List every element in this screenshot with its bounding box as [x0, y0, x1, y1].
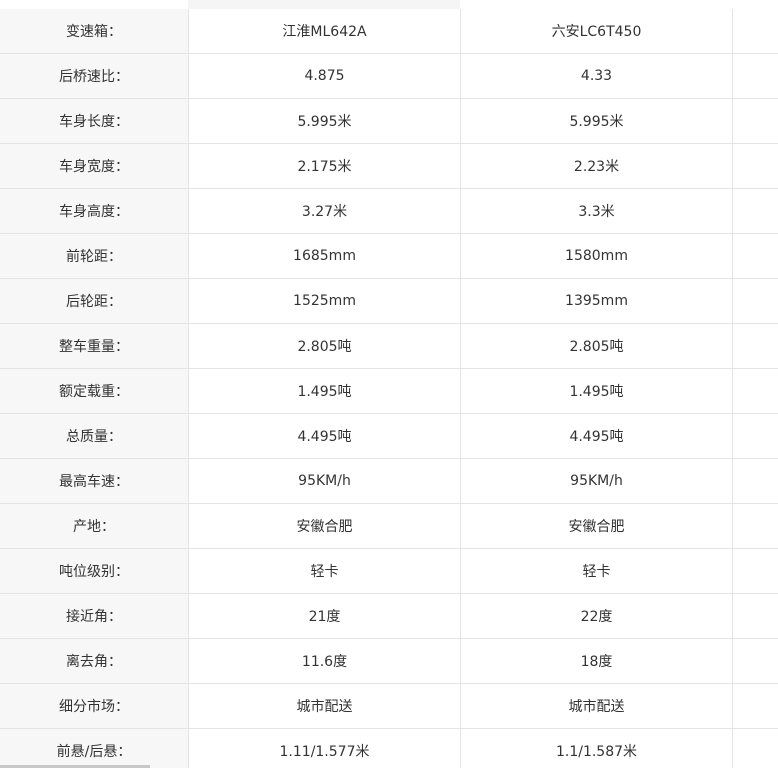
model-c-cell: [732, 9, 778, 54]
model-b-value: 1580mm: [460, 233, 733, 279]
model-b-value: 2.805吨: [460, 323, 733, 369]
model-c-cell: [732, 323, 778, 369]
table-row: 车身长度： 5.995米 5.995米: [0, 98, 778, 144]
model-b-value: 22度: [460, 593, 733, 639]
model-b-value: 1395mm: [460, 278, 733, 324]
model-a-value: 1685mm: [188, 233, 461, 279]
model-b-value: 城市配送: [460, 683, 733, 729]
row-label: 整车重量：: [0, 323, 189, 369]
model-a-value: 1.11/1.577米: [188, 728, 461, 768]
table-row: 变速箱： 江淮ML642A 六安LC6T450: [0, 9, 778, 54]
model-c-cell: [732, 188, 778, 234]
model-a-value: 2.175米: [188, 143, 461, 189]
model-b-value: 轻卡: [460, 548, 733, 594]
row-label: 后桥速比：: [0, 53, 189, 99]
row-label: 额定载重：: [0, 368, 189, 414]
table-row: 后轮距： 1525mm 1395mm: [0, 278, 778, 324]
row-label: 变速箱：: [0, 9, 189, 54]
model-b-value: 1.495吨: [460, 368, 733, 414]
table-row: 细分市场： 城市配送 城市配送: [0, 683, 778, 729]
table-row: 离去角： 11.6度 18度: [0, 638, 778, 684]
model-a-value: 城市配送: [188, 683, 461, 729]
row-label: 最高车速：: [0, 458, 189, 504]
table-row: 后桥速比： 4.875 4.33: [0, 53, 778, 99]
row-label: 接近角：: [0, 593, 189, 639]
model-a-value: 21度: [188, 593, 461, 639]
spec-comparison-view: 变速箱： 江淮ML642A 六安LC6T450 后桥速比： 4.875 4.33…: [0, 0, 778, 768]
table-row: 前轮距： 1685mm 1580mm: [0, 233, 778, 279]
model-b-value: 六安LC6T450: [460, 9, 733, 54]
model-c-cell: [732, 503, 778, 549]
model-a-value: 1525mm: [188, 278, 461, 324]
model-a-value: 安徽合肥: [188, 503, 461, 549]
table-row: 总质量： 4.495吨 4.495吨: [0, 413, 778, 459]
model-a-value: 2.805吨: [188, 323, 461, 369]
model-c-cell: [732, 593, 778, 639]
model-a-value: 4.875: [188, 53, 461, 99]
model-a-value: 11.6度: [188, 638, 461, 684]
row-label: 总质量：: [0, 413, 189, 459]
model-a-value: 江淮ML642A: [188, 9, 461, 54]
model-b-value: 4.33: [460, 53, 733, 99]
model-c-cell: [732, 638, 778, 684]
table-row: 接近角： 21度 22度: [0, 593, 778, 639]
table-row: 车身高度： 3.27米 3.3米: [0, 188, 778, 234]
row-label: 前轮距：: [0, 233, 189, 279]
model-b-value: 2.23米: [460, 143, 733, 189]
model-b-value: 5.995米: [460, 98, 733, 144]
model-c-cell: [732, 683, 778, 729]
model-b-value: 1.1/1.587米: [460, 728, 733, 768]
model-a-value: 1.495吨: [188, 368, 461, 414]
row-label: 车身宽度：: [0, 143, 189, 189]
spec-table-body: 变速箱： 江淮ML642A 六安LC6T450 后桥速比： 4.875 4.33…: [0, 9, 778, 768]
model-c-cell: [732, 458, 778, 504]
model-c-cell: [732, 368, 778, 414]
model-b-value: 3.3米: [460, 188, 733, 234]
model-a-value: 5.995米: [188, 98, 461, 144]
model-a-value: 3.27米: [188, 188, 461, 234]
model-c-cell: [732, 728, 778, 768]
table-row: 吨位级别： 轻卡 轻卡: [0, 548, 778, 594]
model-c-cell: [732, 98, 778, 144]
model-c-cell: [732, 53, 778, 99]
row-label: 车身高度：: [0, 188, 189, 234]
spec-comparison-table: 变速箱： 江淮ML642A 六安LC6T450 后桥速比： 4.875 4.33…: [0, 9, 778, 768]
model-c-cell: [732, 413, 778, 459]
table-row: 前悬/后悬： 1.11/1.577米 1.1/1.587米: [0, 728, 778, 768]
table-row: 最高车速： 95KM/h 95KM/h: [0, 458, 778, 504]
model-a-value: 4.495吨: [188, 413, 461, 459]
model-b-value: 4.495吨: [460, 413, 733, 459]
row-label: 细分市场：: [0, 683, 189, 729]
model-b-value: 安徽合肥: [460, 503, 733, 549]
model-c-cell: [732, 548, 778, 594]
row-label: 产地：: [0, 503, 189, 549]
model-c-cell: [732, 278, 778, 324]
model-c-cell: [732, 233, 778, 279]
model-b-value: 18度: [460, 638, 733, 684]
table-row: 整车重量： 2.805吨 2.805吨: [0, 323, 778, 369]
model-b-value: 95KM/h: [460, 458, 733, 504]
row-label: 车身长度：: [0, 98, 189, 144]
model-a-value: 轻卡: [188, 548, 461, 594]
model-c-cell: [732, 143, 778, 189]
table-row: 产地： 安徽合肥 安徽合肥: [0, 503, 778, 549]
row-label: 后轮距：: [0, 278, 189, 324]
row-label: 前悬/后悬：: [0, 728, 189, 768]
table-row: 额定载重： 1.495吨 1.495吨: [0, 368, 778, 414]
model-a-value: 95KM/h: [188, 458, 461, 504]
row-label: 离去角：: [0, 638, 189, 684]
table-row: 车身宽度： 2.175米 2.23米: [0, 143, 778, 189]
row-label: 吨位级别：: [0, 548, 189, 594]
